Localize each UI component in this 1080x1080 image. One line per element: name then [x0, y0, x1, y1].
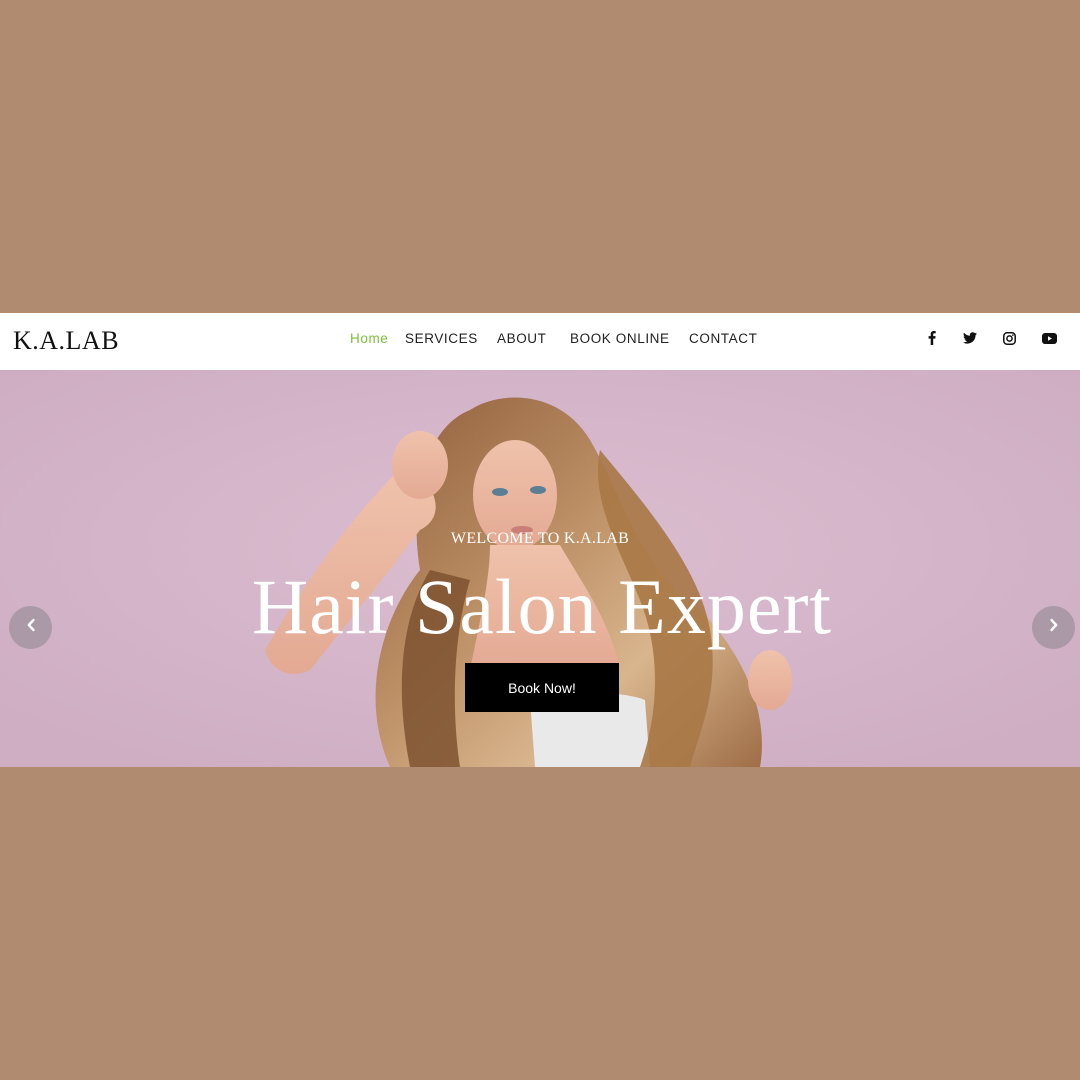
hero-subtitle: WELCOME TO K.A.LAB: [450, 530, 630, 547]
instagram-icon[interactable]: [1001, 330, 1017, 346]
nav-services[interactable]: SERVICES: [405, 331, 478, 346]
carousel-prev-button[interactable]: [9, 606, 52, 649]
hero-banner: WELCOME TO K.A.LAB Hair Salon Expert Boo…: [0, 370, 1080, 767]
nav-home[interactable]: Home: [350, 331, 388, 346]
facebook-icon[interactable]: [924, 330, 940, 346]
nav-about[interactable]: ABOUT: [497, 331, 547, 346]
site-header: K.A.LAB Home SERVICES ABOUT BOOK ONLINE …: [0, 313, 1080, 370]
nav-contact[interactable]: CONTACT: [689, 331, 757, 346]
carousel-next-button[interactable]: [1032, 606, 1075, 649]
hero-title: Hair Salon Expert: [251, 563, 833, 650]
youtube-icon[interactable]: [1041, 330, 1057, 346]
twitter-icon[interactable]: [962, 330, 978, 346]
book-now-button[interactable]: Book Now!: [465, 663, 619, 712]
chevron-right-icon: [1049, 618, 1059, 637]
nav-book-online[interactable]: BOOK ONLINE: [570, 331, 670, 346]
chevron-left-icon: [26, 618, 36, 637]
social-links: [924, 330, 1066, 346]
website-frame: K.A.LAB Home SERVICES ABOUT BOOK ONLINE …: [0, 313, 1080, 767]
logo[interactable]: K.A.LAB: [13, 326, 119, 356]
